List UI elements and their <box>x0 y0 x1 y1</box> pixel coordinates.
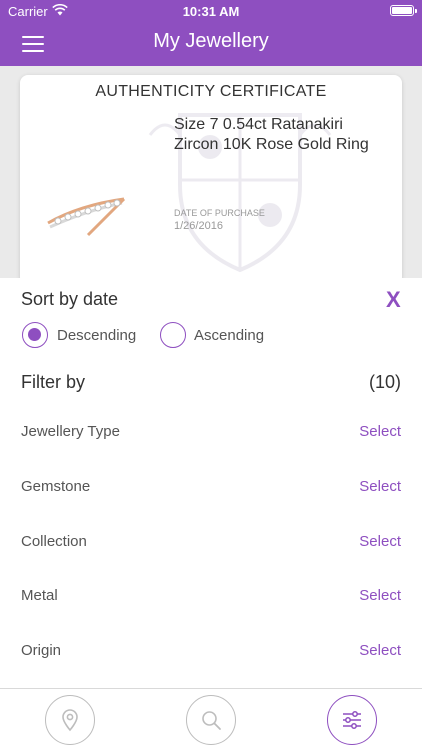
descending-label[interactable]: Descending <box>57 327 136 344</box>
sort-filter-sheet: Sort by date X Descending Ascending Filt… <box>0 278 422 750</box>
status-bar: Carrier 10:31 AM <box>0 0 422 22</box>
tab-search[interactable] <box>186 695 236 745</box>
filter-sliders-icon <box>343 711 361 729</box>
tab-bar <box>0 688 422 750</box>
descending-radio[interactable] <box>22 322 48 348</box>
filter-label: Jewellery Type <box>21 423 120 440</box>
product-name: Size 7 0.54ct Ratanakiri Zircon 10K Rose… <box>174 116 369 153</box>
certificate-card[interactable]: AUTHENTICITY CERTIFICATE Size 7 0.54ct R… <box>20 75 402 285</box>
ascending-label[interactable]: Ascending <box>194 327 264 344</box>
purchase-date: 1/26/2016 <box>174 220 223 232</box>
filter-count: (10) <box>368 372 401 392</box>
filter-row-gemstone[interactable]: Gemstone Select <box>0 470 422 510</box>
filter-label: Metal <box>21 587 58 604</box>
tab-location[interactable] <box>45 695 95 745</box>
select-link[interactable]: Select <box>359 423 401 440</box>
search-icon <box>202 711 221 730</box>
filter-row-origin[interactable]: Origin Select <box>0 634 422 674</box>
filter-label: Collection <box>21 533 87 550</box>
select-link[interactable]: Select <box>359 642 401 659</box>
top-bar: Carrier 10:31 AM My Jewellery <box>0 0 422 66</box>
select-link[interactable]: Select <box>359 478 401 495</box>
ascending-radio[interactable] <box>160 322 186 348</box>
certificate-title: AUTHENTICITY CERTIFICATE <box>95 83 327 100</box>
location-pin-icon <box>62 709 78 732</box>
filter-row-collection[interactable]: Collection Select <box>0 525 422 565</box>
ring-image <box>47 197 126 237</box>
purchase-date-label: DATE OF PURCHASE <box>174 208 265 218</box>
close-button[interactable]: X <box>386 287 401 313</box>
page-title: My Jewellery <box>153 30 269 52</box>
sort-title: Sort by date <box>21 289 119 309</box>
select-link[interactable]: Select <box>359 533 401 550</box>
tab-filter[interactable] <box>327 695 377 745</box>
clock: 10:31 AM <box>182 4 240 19</box>
filter-row-jewellery-type[interactable]: Jewellery Type Select <box>0 415 422 455</box>
select-link[interactable]: Select <box>359 587 401 604</box>
filter-label: Gemstone <box>21 478 91 495</box>
filter-label: Origin <box>21 642 62 659</box>
battery-icon <box>390 5 417 16</box>
filter-title: Filter by <box>21 372 86 392</box>
filter-row-metal[interactable]: Metal Select <box>0 579 422 619</box>
